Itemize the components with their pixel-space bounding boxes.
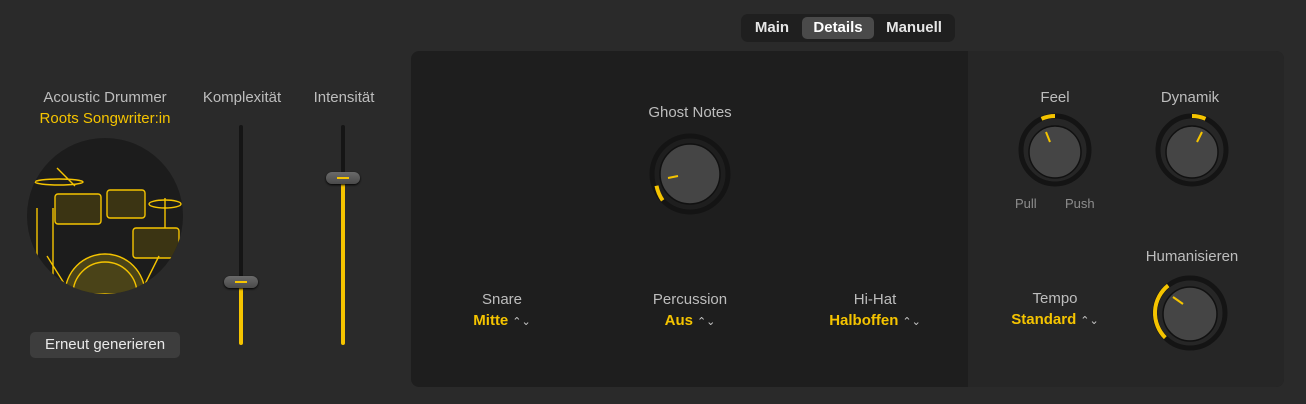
- tempo-label: Tempo: [1032, 290, 1078, 307]
- tom-left: [54, 193, 102, 225]
- regenerate-button[interactable]: Erneut generieren: [30, 332, 180, 358]
- drum-kit-image[interactable]: [27, 138, 183, 294]
- chevron-updown-icon: ⌃⌄: [1080, 315, 1099, 327]
- hihat-label: Hi-Hat: [853, 291, 897, 308]
- tab-main[interactable]: Main: [745, 17, 799, 39]
- feel-knob[interactable]: [1015, 110, 1095, 190]
- feel-pull-label: Pull: [1015, 196, 1037, 211]
- crash-cymbal: [34, 178, 84, 186]
- humanize-knob[interactable]: [1149, 272, 1231, 354]
- intensity-label: Intensität: [313, 89, 375, 106]
- tempo-select[interactable]: Standard ⌃⌄: [995, 311, 1115, 328]
- floor-tom: [132, 227, 180, 259]
- hihat-select[interactable]: Halboffen ⌃⌄: [815, 312, 935, 329]
- tempo-value: Standard: [1011, 311, 1077, 328]
- drummer-kit-name[interactable]: Roots Songwriter:in: [20, 110, 190, 127]
- tab-manuell[interactable]: Manuell: [877, 17, 951, 39]
- humanize-label: Humanisieren: [1145, 248, 1239, 265]
- percussion-value: Aus: [664, 312, 693, 329]
- percussion-label: Percussion: [652, 291, 728, 308]
- drum-kit-illustration: [34, 167, 182, 294]
- percussion-select[interactable]: Aus ⌃⌄: [630, 312, 750, 329]
- view-tab-bar: Main Details Manuell: [741, 14, 955, 42]
- snare-select[interactable]: Mitte ⌃⌄: [452, 312, 552, 329]
- dynamics-label: Dynamik: [1160, 89, 1220, 106]
- ghost-notes-label: Ghost Notes: [648, 104, 732, 121]
- feel-label: Feel: [1040, 89, 1070, 106]
- snare-value: Mitte: [473, 312, 509, 329]
- ghost-notes-knob[interactable]: [646, 130, 734, 218]
- kick-drum: [64, 253, 146, 294]
- chevron-updown-icon: ⌃⌄: [696, 316, 716, 328]
- complexity-slider-thumb[interactable]: [224, 276, 258, 288]
- tom-right: [106, 189, 146, 219]
- complexity-slider-fill: [239, 282, 243, 345]
- intensity-slider-fill: [341, 178, 345, 345]
- snare-label: Snare: [481, 291, 523, 308]
- feel-push-label: Push: [1065, 196, 1095, 211]
- chevron-updown-icon: ⌃⌄: [902, 316, 921, 328]
- intensity-slider-thumb[interactable]: [326, 172, 360, 184]
- drummer-name: Acoustic Drummer: [43, 89, 167, 106]
- hihat-value: Halboffen: [829, 312, 899, 329]
- complexity-label: Komplexität: [202, 89, 282, 106]
- chevron-updown-icon: ⌃⌄: [512, 316, 531, 328]
- tab-details[interactable]: Details: [802, 17, 874, 39]
- dynamics-knob[interactable]: [1152, 110, 1232, 190]
